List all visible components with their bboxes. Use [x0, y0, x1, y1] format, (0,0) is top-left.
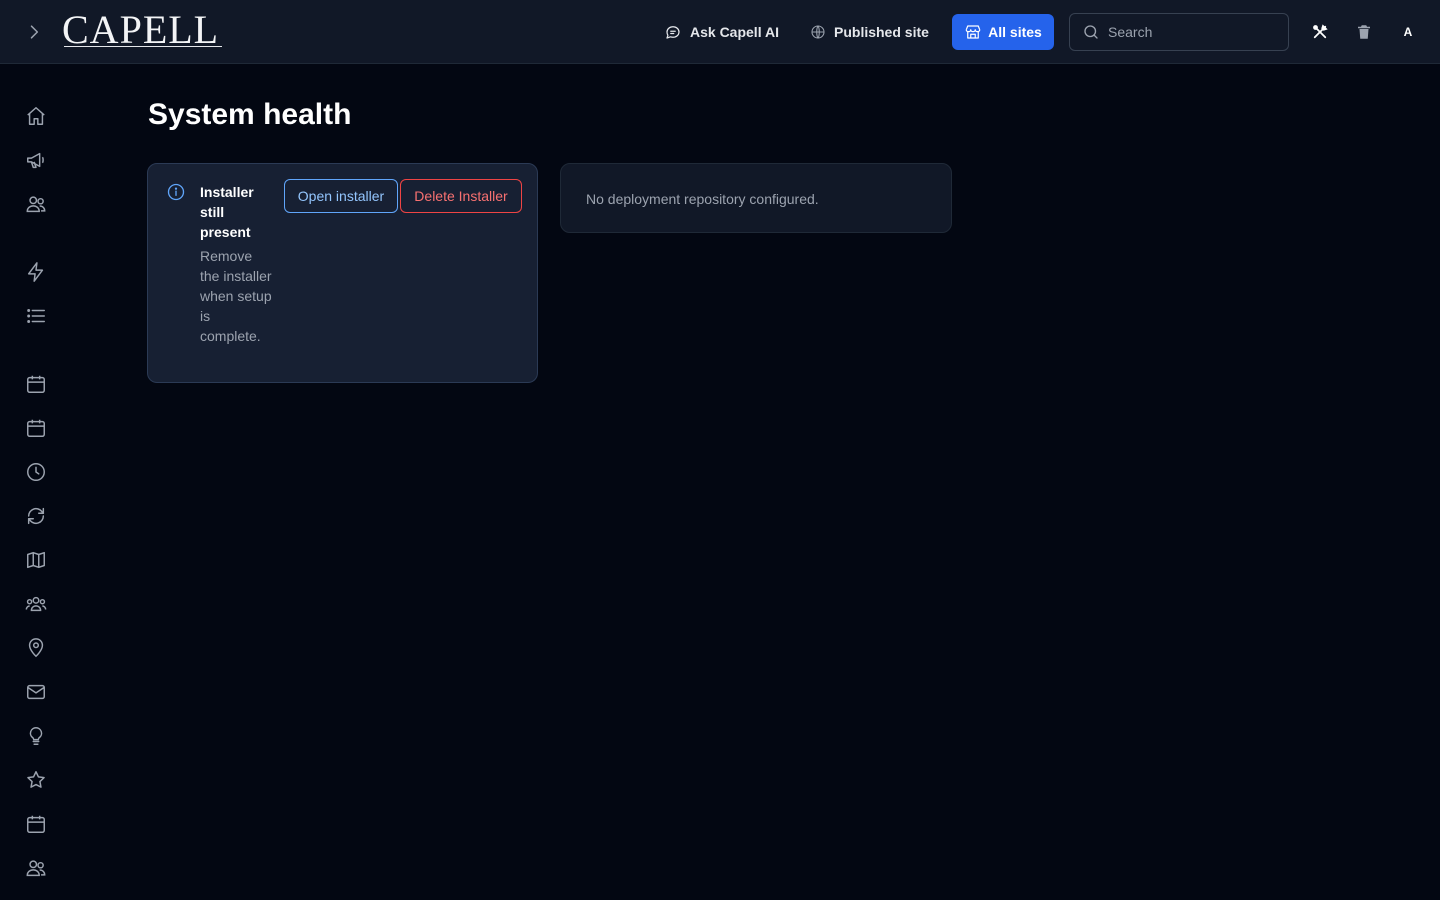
sidebar-item-members[interactable] — [24, 856, 48, 880]
search-input[interactable] — [1108, 24, 1268, 40]
chevron-right-icon — [30, 25, 39, 39]
calendar-days-icon — [27, 419, 45, 437]
calendar-icon — [27, 375, 45, 393]
all-sites-label: All sites — [988, 24, 1042, 40]
sidebar-item-users[interactable] — [24, 192, 48, 216]
open-installer-button[interactable]: Open installer — [284, 179, 398, 213]
sidebar-item-locations[interactable] — [24, 636, 48, 660]
user-group-icon — [25, 596, 47, 612]
tools-button[interactable] — [1308, 20, 1332, 44]
sidebar-item-calendar[interactable] — [24, 372, 48, 396]
sidebar-item-list[interactable] — [24, 304, 48, 328]
ask-ai-label: Ask Capell AI — [690, 24, 779, 40]
alert-title: Installer still present — [200, 184, 254, 240]
sidebar-item-map[interactable] — [24, 548, 48, 572]
sidebar-item-schedule[interactable] — [24, 416, 48, 440]
light-bulb-icon — [29, 727, 43, 745]
trash-button[interactable] — [1352, 20, 1376, 44]
information-circle-icon — [167, 183, 185, 201]
expand-sidebar-button[interactable] — [22, 20, 46, 44]
avatar[interactable]: A — [1396, 20, 1420, 44]
map-icon — [27, 551, 45, 569]
chat-bubble-icon — [666, 26, 680, 39]
sidebar-item-favorites[interactable] — [24, 768, 48, 792]
sidebar-item-events[interactable] — [24, 812, 48, 836]
users-icon — [26, 196, 46, 213]
star-icon — [27, 771, 45, 788]
ask-ai-button[interactable]: Ask Capell AI — [664, 18, 779, 46]
deployment-message: No deployment repository configured. — [586, 191, 819, 207]
sidebar-item-history[interactable] — [24, 460, 48, 484]
published-site-label: Published site — [834, 24, 929, 40]
alert-description: Remove the installer when setup is compl… — [200, 248, 272, 344]
deployment-card: No deployment repository configured. — [560, 163, 952, 233]
top-bar: CAPELL Ask Capell AI Published site All … — [0, 0, 1440, 64]
users-icon — [26, 860, 46, 877]
sidebar-item-announcements[interactable] — [24, 148, 48, 172]
calendar-days-icon — [27, 815, 45, 833]
list-icon — [27, 309, 45, 323]
building-storefront-icon — [965, 25, 981, 39]
wrench-screwdriver-icon — [1313, 24, 1328, 39]
page-title: System health — [148, 98, 352, 131]
installer-alert: Installer still present Remove the insta… — [147, 163, 538, 383]
logo-underline — [64, 46, 222, 47]
all-sites-button[interactable]: All sites — [952, 14, 1054, 50]
delete-installer-button[interactable]: Delete Installer — [400, 179, 522, 213]
search-icon — [1084, 25, 1098, 39]
refresh-icon — [27, 507, 45, 525]
globe-icon — [811, 25, 825, 39]
envelope-icon — [27, 684, 45, 700]
sidebar-item-sync[interactable] — [24, 504, 48, 528]
search-box[interactable] — [1069, 13, 1289, 51]
sidebar-item-automations[interactable] — [24, 260, 48, 284]
clock-icon — [27, 463, 45, 481]
bolt-icon — [27, 262, 44, 282]
home-icon — [27, 107, 45, 125]
sidebar-item-home[interactable] — [24, 104, 48, 128]
sidebar-item-ideas[interactable] — [24, 724, 48, 748]
sidebar-item-groups[interactable] — [24, 592, 48, 616]
megaphone-icon — [27, 152, 44, 169]
map-pin-icon — [28, 638, 44, 658]
trash-icon — [1358, 25, 1370, 39]
published-site-link[interactable]: Published site — [810, 18, 929, 46]
sidebar-item-mail[interactable] — [24, 680, 48, 704]
